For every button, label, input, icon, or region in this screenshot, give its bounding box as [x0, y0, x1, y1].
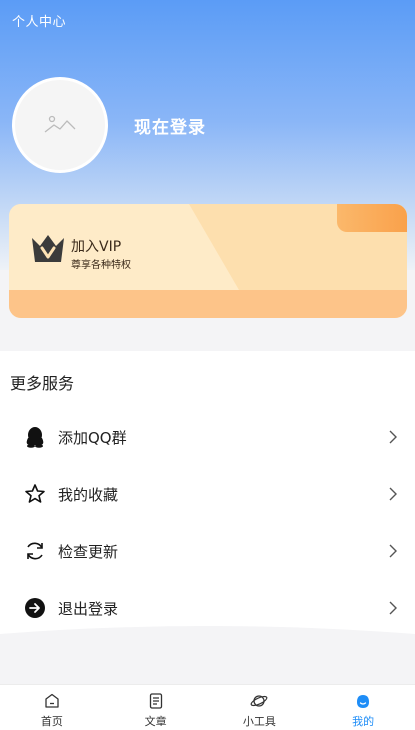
- login-link[interactable]: 现在登录: [134, 113, 206, 138]
- vip-subtitle: 尊享各种特权: [71, 260, 131, 271]
- service-item-label: 我的收藏: [58, 485, 119, 504]
- image-placeholder-icon: [44, 115, 76, 133]
- services-title: 更多服务: [10, 374, 75, 393]
- logout-icon: [24, 597, 46, 619]
- tab-label: 小工具: [242, 715, 276, 728]
- tab-label: 文章: [144, 715, 167, 728]
- chevron-right-icon: [389, 430, 397, 444]
- tab-label: 我的: [352, 715, 375, 728]
- wave-divider: [0, 626, 415, 650]
- vip-card-corner: [337, 204, 407, 232]
- services-panel: 更多服务 添加QQ群 我的收藏 检查更新 退出登录: [0, 351, 415, 636]
- service-item-label: 检查更新: [58, 542, 119, 561]
- article-icon: [149, 693, 162, 709]
- chevron-right-icon: [389, 601, 397, 615]
- planet-icon: [250, 695, 268, 707]
- qq-icon: [24, 426, 46, 448]
- profile-icon: [357, 695, 370, 708]
- tab-bar: 首页 文章 小工具 我的: [0, 684, 415, 730]
- crown-icon: [32, 235, 64, 262]
- chevron-right-icon: [389, 544, 397, 558]
- vip-card[interactable]: 加入VIP 尊享各种特权: [9, 204, 407, 318]
- service-item-label: 添加QQ群: [58, 428, 127, 447]
- service-item-qq-group[interactable]: 添加QQ群: [0, 412, 415, 462]
- tab-mine[interactable]: 我的: [311, 685, 415, 730]
- service-item-check-update[interactable]: 检查更新: [0, 526, 415, 576]
- tab-articles[interactable]: 文章: [104, 685, 208, 730]
- avatar[interactable]: [12, 77, 108, 173]
- star-icon: [24, 483, 46, 505]
- tab-label: 首页: [40, 715, 63, 728]
- chevron-right-icon: [389, 487, 397, 501]
- service-item-favorites[interactable]: 我的收藏: [0, 469, 415, 519]
- refresh-icon: [24, 540, 46, 562]
- service-item-label: 退出登录: [58, 599, 119, 618]
- page-title: 个人中心: [12, 15, 67, 30]
- tab-home[interactable]: 首页: [0, 685, 104, 730]
- tab-tools[interactable]: 小工具: [208, 685, 312, 730]
- home-icon: [45, 693, 59, 708]
- vip-title: 加入VIP: [71, 239, 122, 255]
